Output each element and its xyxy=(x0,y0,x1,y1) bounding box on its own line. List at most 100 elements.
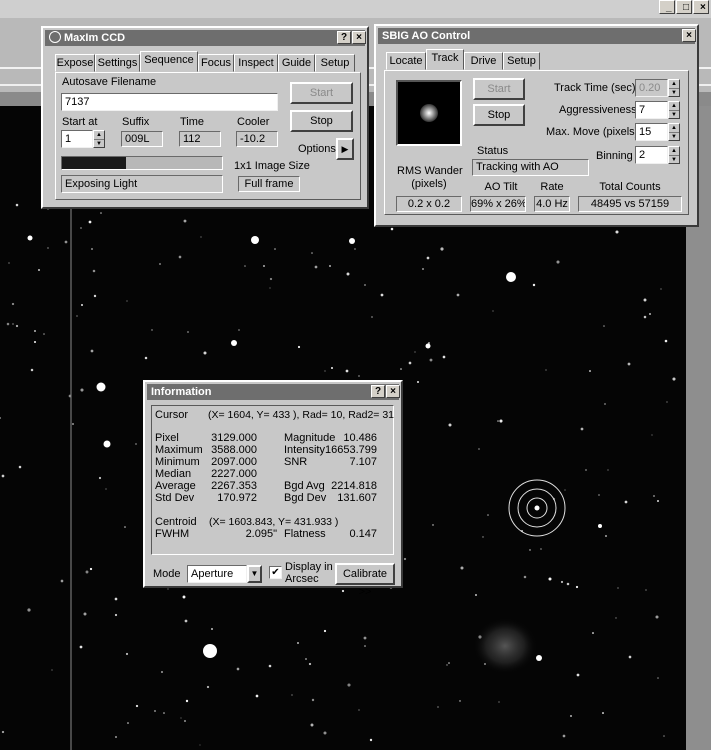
stat-label: Median xyxy=(155,468,192,480)
ao-start-button[interactable]: Start xyxy=(473,78,525,100)
faint-star xyxy=(416,380,420,384)
faint-star xyxy=(643,315,647,319)
binning-spinner[interactable]: ▲ ▼ xyxy=(668,146,680,164)
close-app-button[interactable]: × xyxy=(693,0,709,14)
cursor-label: Cursor xyxy=(155,409,189,421)
tab-inspect[interactable]: Inspect xyxy=(234,54,278,72)
maxim-titlebar[interactable]: MaxIm CCD ? × xyxy=(45,30,366,46)
spin-up-icon[interactable]: ▲ xyxy=(94,131,104,139)
max-move-spinner[interactable]: ▲ ▼ xyxy=(668,123,680,141)
options-label[interactable]: Options xyxy=(298,143,336,155)
faint-star xyxy=(27,608,31,612)
binning-input[interactable]: 2 xyxy=(635,146,668,164)
spin-up-icon[interactable]: ▲ xyxy=(669,102,679,110)
faint-star xyxy=(18,465,22,469)
start-at-input[interactable]: 1 xyxy=(61,130,93,148)
track-time-input[interactable]: 0.20 xyxy=(635,79,668,97)
maximize-button[interactable]: □ xyxy=(676,0,692,14)
start-at-spinner[interactable]: ▲ ▼ xyxy=(93,130,105,148)
spin-down-icon[interactable]: ▼ xyxy=(669,110,679,118)
faint-star xyxy=(30,368,34,372)
calibrate-button[interactable]: Calibrate >> xyxy=(335,563,395,598)
tab-setup[interactable]: Setup xyxy=(503,52,540,70)
faint-star xyxy=(380,293,384,297)
faint-star xyxy=(323,629,327,633)
faint-star xyxy=(643,298,647,302)
stop-button[interactable]: Stop xyxy=(290,110,353,132)
spin-down-icon[interactable]: ▼ xyxy=(669,132,679,140)
spin-up-icon[interactable]: ▲ xyxy=(669,147,679,155)
spin-up-icon[interactable]: ▲ xyxy=(669,80,679,88)
spin-up-icon[interactable]: ▲ xyxy=(669,124,679,132)
faint-star xyxy=(91,248,93,250)
minimize-button[interactable]: _ xyxy=(659,0,675,14)
faint-star xyxy=(371,316,373,318)
faint-star xyxy=(210,627,214,631)
faint-star xyxy=(615,230,619,234)
track-time-spinner[interactable]: ▲ ▼ xyxy=(668,79,680,97)
mode-select[interactable]: Aperture xyxy=(187,565,247,583)
options-arrow-icon[interactable]: ▶ xyxy=(336,138,354,160)
faint-star xyxy=(460,566,464,570)
tab-focus[interactable]: Focus xyxy=(198,54,234,72)
sbig-titlebar[interactable]: SBIG AO Control × xyxy=(378,28,696,44)
start-button[interactable]: Start xyxy=(290,82,353,104)
faint-star xyxy=(570,715,572,717)
faint-star xyxy=(206,685,210,689)
sbig-ao-window: SBIG AO Control × Locate Track Drive Set… xyxy=(374,24,699,227)
tab-guide[interactable]: Guide xyxy=(278,54,315,72)
stat-value: 2267.353 xyxy=(211,480,257,492)
info-titlebar[interactable]: Information ? × xyxy=(147,384,400,400)
faint-star xyxy=(589,370,591,372)
tab-track[interactable]: Track xyxy=(426,49,464,70)
total-counts-value: 48495 vs 57159 xyxy=(578,196,682,212)
faint-star xyxy=(499,419,503,423)
sbig-title: SBIG AO Control xyxy=(382,30,471,42)
faint-star xyxy=(598,494,600,496)
help-button[interactable]: ? xyxy=(337,31,351,44)
dropdown-arrow-icon[interactable]: ▼ xyxy=(247,565,262,583)
tab-drive[interactable]: Drive xyxy=(464,52,503,70)
stat-value: 3588.000 xyxy=(211,444,257,456)
arcsec-label[interactable]: Arcsec xyxy=(285,573,319,585)
info-close-button[interactable]: × xyxy=(386,385,400,398)
faint-star xyxy=(390,227,394,231)
faint-star xyxy=(43,333,45,335)
image-size-value: Full frame xyxy=(238,176,300,192)
bright-star xyxy=(231,340,237,346)
faint-star xyxy=(448,423,452,427)
faint-star xyxy=(114,613,118,617)
cooler-value: -10.2 xyxy=(236,131,278,147)
display-arcsec-checkbox[interactable]: ✔ xyxy=(269,566,282,579)
image-size-label: 1x1 Image Size xyxy=(234,160,310,172)
stat-label: Maximum xyxy=(155,444,203,456)
faint-star xyxy=(548,577,552,581)
exposure-progress-bar xyxy=(61,156,223,170)
help-button[interactable]: ? xyxy=(371,385,385,398)
total-counts-label: Total Counts xyxy=(599,181,661,193)
stat-value: 170.972 xyxy=(217,492,257,504)
spin-down-icon[interactable]: ▼ xyxy=(669,88,679,96)
faint-star xyxy=(624,500,628,504)
bright-star xyxy=(96,382,106,392)
tab-sequence[interactable]: Sequence xyxy=(140,51,198,72)
autosave-filename-input[interactable]: 7137 xyxy=(61,93,278,111)
aggressiveness-spinner[interactable]: ▲ ▼ xyxy=(668,101,680,119)
tab-expose[interactable]: Expose xyxy=(55,54,95,72)
faint-star xyxy=(482,536,484,538)
sbig-close-button[interactable]: × xyxy=(682,29,696,42)
aggressiveness-input[interactable]: 7 xyxy=(635,101,668,119)
faint-star xyxy=(159,263,161,265)
tab-locate[interactable]: Locate xyxy=(386,52,426,70)
display-in-label[interactable]: Display in xyxy=(285,561,333,573)
ao-stop-button[interactable]: Stop xyxy=(473,104,525,126)
faint-star xyxy=(200,236,202,238)
tab-setup[interactable]: Setup xyxy=(315,54,355,72)
maxim-close-button[interactable]: × xyxy=(352,31,366,44)
faint-star xyxy=(1,474,5,478)
faint-star xyxy=(83,612,87,616)
max-move-input[interactable]: 15 xyxy=(635,123,668,141)
spin-down-icon[interactable]: ▼ xyxy=(94,139,104,147)
spin-down-icon[interactable]: ▼ xyxy=(669,155,679,163)
tab-settings[interactable]: Settings xyxy=(95,54,140,72)
